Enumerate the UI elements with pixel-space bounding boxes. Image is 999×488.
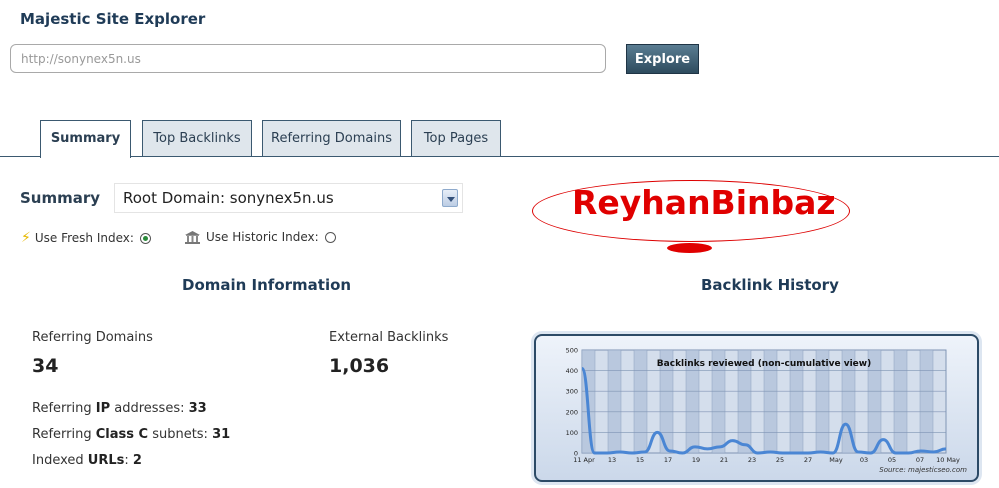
chart-x-tick-label: 13 xyxy=(608,456,616,464)
lightning-icon: ⚡ xyxy=(21,230,31,246)
chart-x-tick-label: 19 xyxy=(692,456,700,464)
external-backlinks-label: External Backlinks xyxy=(329,330,449,345)
chart-x-tick-label: 07 xyxy=(916,456,924,464)
summary-label: Summary xyxy=(20,189,101,207)
domain-information-title: Domain Information xyxy=(182,276,352,294)
referring-ip-row: Referring IP addresses: 33 xyxy=(32,401,207,416)
chart-gridband xyxy=(634,350,647,453)
backlink-history-chart: 0 100 200 300 400 500 11 Apr 13 15 17 19 21 23 25 27 Ma… xyxy=(534,334,979,482)
referring-ip-label2: addresses: xyxy=(114,401,185,416)
chart-x-tick-label: 11 Apr xyxy=(573,456,595,464)
indexed-urls-colon: : xyxy=(124,453,129,468)
referring-classc-label: Referring xyxy=(32,427,92,442)
referring-domains-value: 34 xyxy=(32,355,59,377)
referring-classc-bold: Class C xyxy=(95,427,149,442)
historic-index-option[interactable]: Use Historic Index: xyxy=(185,230,336,244)
chart-gridband xyxy=(920,350,933,453)
chart-x-tick-label: 10 May xyxy=(936,456,960,464)
chart-x-tick-label: May xyxy=(829,456,843,464)
tab-referring-domains[interactable]: Referring Domains xyxy=(262,120,401,157)
watermark: ReyhanBinbaz xyxy=(530,178,926,242)
chart-y-tick-label: 200 xyxy=(566,408,578,416)
chart-gridband xyxy=(894,350,907,453)
referring-domains-label: Referring Domains xyxy=(32,330,153,345)
indexed-urls-bold: URLs xyxy=(87,453,125,468)
chart-y-tick-label: 300 xyxy=(566,388,578,396)
chart-x-tick-label: 23 xyxy=(748,456,756,464)
referring-ip-bold: IP xyxy=(95,401,111,416)
chart-title: Backlinks reviewed (non-cumulative view) xyxy=(657,359,871,369)
referring-classc-label2: subnets: xyxy=(152,427,208,442)
referring-classc-value: 31 xyxy=(212,427,231,442)
app-title: Majestic Site Explorer xyxy=(20,10,206,28)
explore-button[interactable]: Explore xyxy=(626,44,699,74)
root-domain-select[interactable]: Root Domain: sonynex5n.us xyxy=(114,183,463,213)
tab-top-pages[interactable]: Top Pages xyxy=(411,120,501,157)
fresh-index-option[interactable]: ⚡ Use Fresh Index: xyxy=(21,230,151,246)
watermark-mark xyxy=(667,243,712,253)
watermark-text: ReyhanBinbaz xyxy=(572,183,836,222)
fresh-index-label: Use Fresh Index: xyxy=(34,231,134,245)
indexed-urls-row: Indexed URLs: 2 xyxy=(32,453,142,468)
chart-y-tick-label: 500 xyxy=(566,347,578,355)
historic-index-radio[interactable] xyxy=(324,231,336,243)
historic-index-label: Use Historic Index: xyxy=(206,230,319,244)
fresh-index-radio[interactable] xyxy=(139,232,151,244)
referring-ip-value: 33 xyxy=(188,401,207,416)
chart-x-tick-label: 25 xyxy=(776,456,784,464)
indexed-urls-value: 2 xyxy=(132,453,142,468)
chart-x-tick-label: 27 xyxy=(804,456,812,464)
chart-x-tick-label: 03 xyxy=(860,456,868,464)
chart-x-tick-label: 15 xyxy=(636,456,644,464)
chart-x-tick-label: 05 xyxy=(888,456,896,464)
chart-y-tick-label: 100 xyxy=(566,429,578,437)
chart-gridband xyxy=(608,350,621,453)
chart-source: Source: majesticseo.com xyxy=(879,466,967,474)
external-backlinks-value: 1,036 xyxy=(329,355,390,377)
root-domain-selected-value: Root Domain: sonynex5n.us xyxy=(123,189,334,207)
chart-x-tick-label: 17 xyxy=(664,456,672,464)
chart-y-tick-label: 400 xyxy=(566,367,578,375)
tab-top-backlinks[interactable]: Top Backlinks xyxy=(142,120,252,157)
referring-classc-row: Referring Class C subnets: 31 xyxy=(32,427,230,442)
url-input[interactable] xyxy=(10,44,606,73)
chevron-down-icon[interactable] xyxy=(442,189,458,207)
indexed-urls-label: Indexed xyxy=(32,453,84,468)
backlink-history-title: Backlink History xyxy=(701,276,839,294)
backlink-chart-svg: 010020030040050011 Apr 13 15 17 19 21 23 25 27 Ma… xyxy=(566,347,960,465)
chart-x-tick-label: 21 xyxy=(720,456,728,464)
tab-summary[interactable]: Summary xyxy=(40,120,131,158)
tabs-divider xyxy=(0,156,999,157)
museum-icon xyxy=(185,230,200,244)
referring-ip-label: Referring xyxy=(32,401,92,416)
